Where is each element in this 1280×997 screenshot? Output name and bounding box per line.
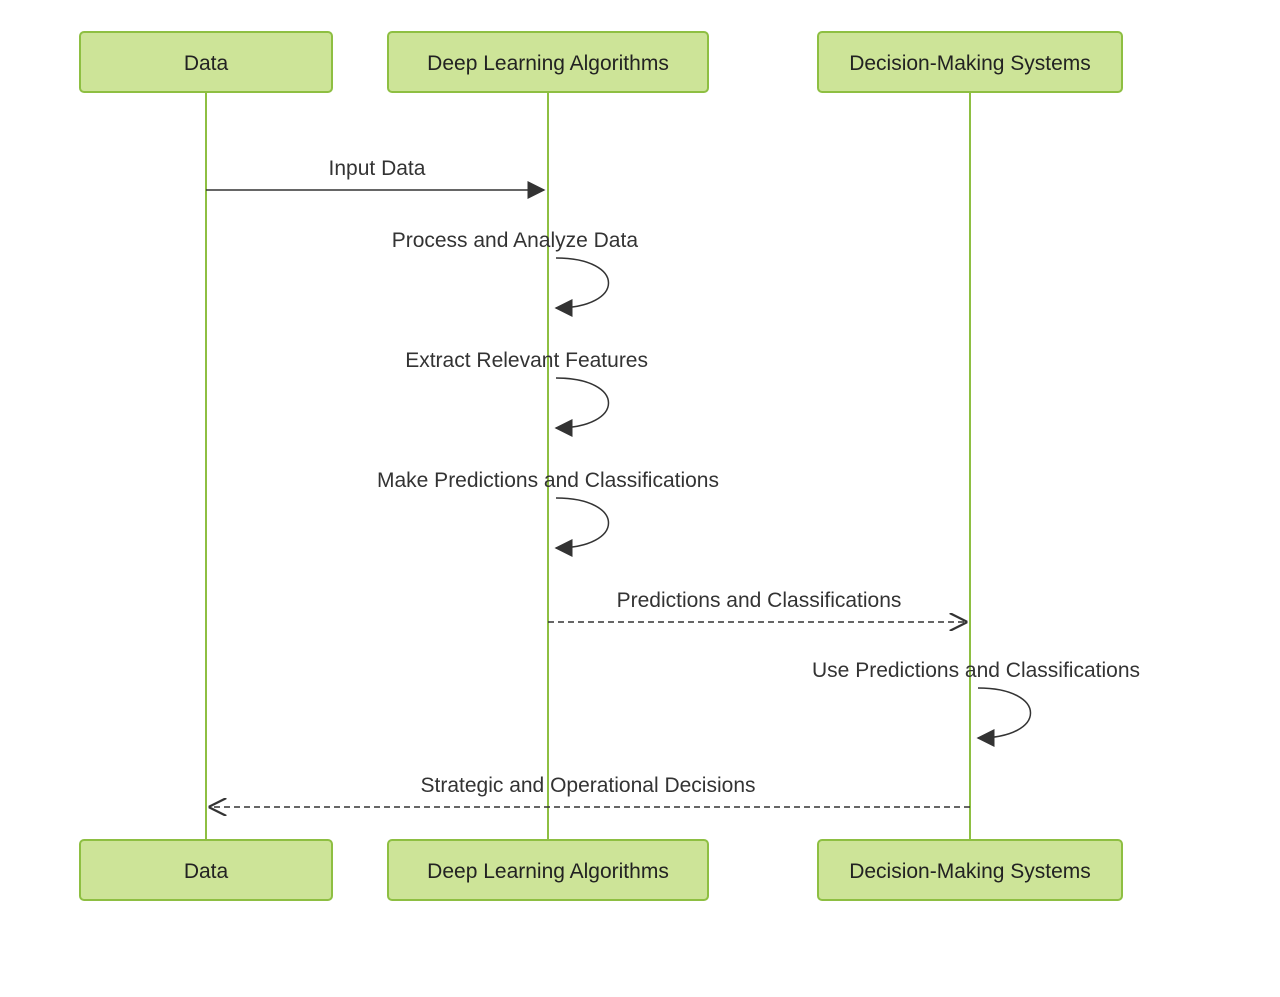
participant-data-label-top: Data: [184, 52, 229, 75]
participant-data-label-bottom: Data: [184, 860, 229, 883]
participant-dla-top: Deep Learning Algorithms: [388, 32, 708, 92]
message-extract-features-label: Extract Relevant Features: [405, 349, 648, 372]
message-make-predictions-label: Make Predictions and Classifications: [377, 469, 719, 492]
message-process-analyze-loop: [556, 258, 609, 308]
participant-dms-bottom: Decision-Making Systems: [818, 840, 1122, 900]
message-make-predictions-loop: [556, 498, 609, 548]
message-process-analyze-label: Process and Analyze Data: [392, 229, 639, 252]
participant-data-bottom: Data: [80, 840, 332, 900]
message-extract-features-loop: [556, 378, 609, 428]
sequence-diagram: Data Deep Learning Algorithms Decision-M…: [0, 0, 1280, 997]
participant-dla-bottom: Deep Learning Algorithms: [388, 840, 708, 900]
participant-dla-label-bottom: Deep Learning Algorithms: [427, 860, 669, 883]
message-use-predictions-loop: [978, 688, 1031, 738]
participant-data-top: Data: [80, 32, 332, 92]
participant-dla-label-top: Deep Learning Algorithms: [427, 52, 669, 75]
participant-dms-top: Decision-Making Systems: [818, 32, 1122, 92]
message-decisions-label: Strategic and Operational Decisions: [420, 774, 755, 797]
message-input-data-label: Input Data: [329, 157, 426, 180]
message-predictions-label: Predictions and Classifications: [617, 589, 902, 612]
participant-dms-label-bottom: Decision-Making Systems: [849, 860, 1091, 883]
participant-dms-label-top: Decision-Making Systems: [849, 52, 1091, 75]
message-use-predictions-label: Use Predictions and Classifications: [812, 659, 1140, 682]
